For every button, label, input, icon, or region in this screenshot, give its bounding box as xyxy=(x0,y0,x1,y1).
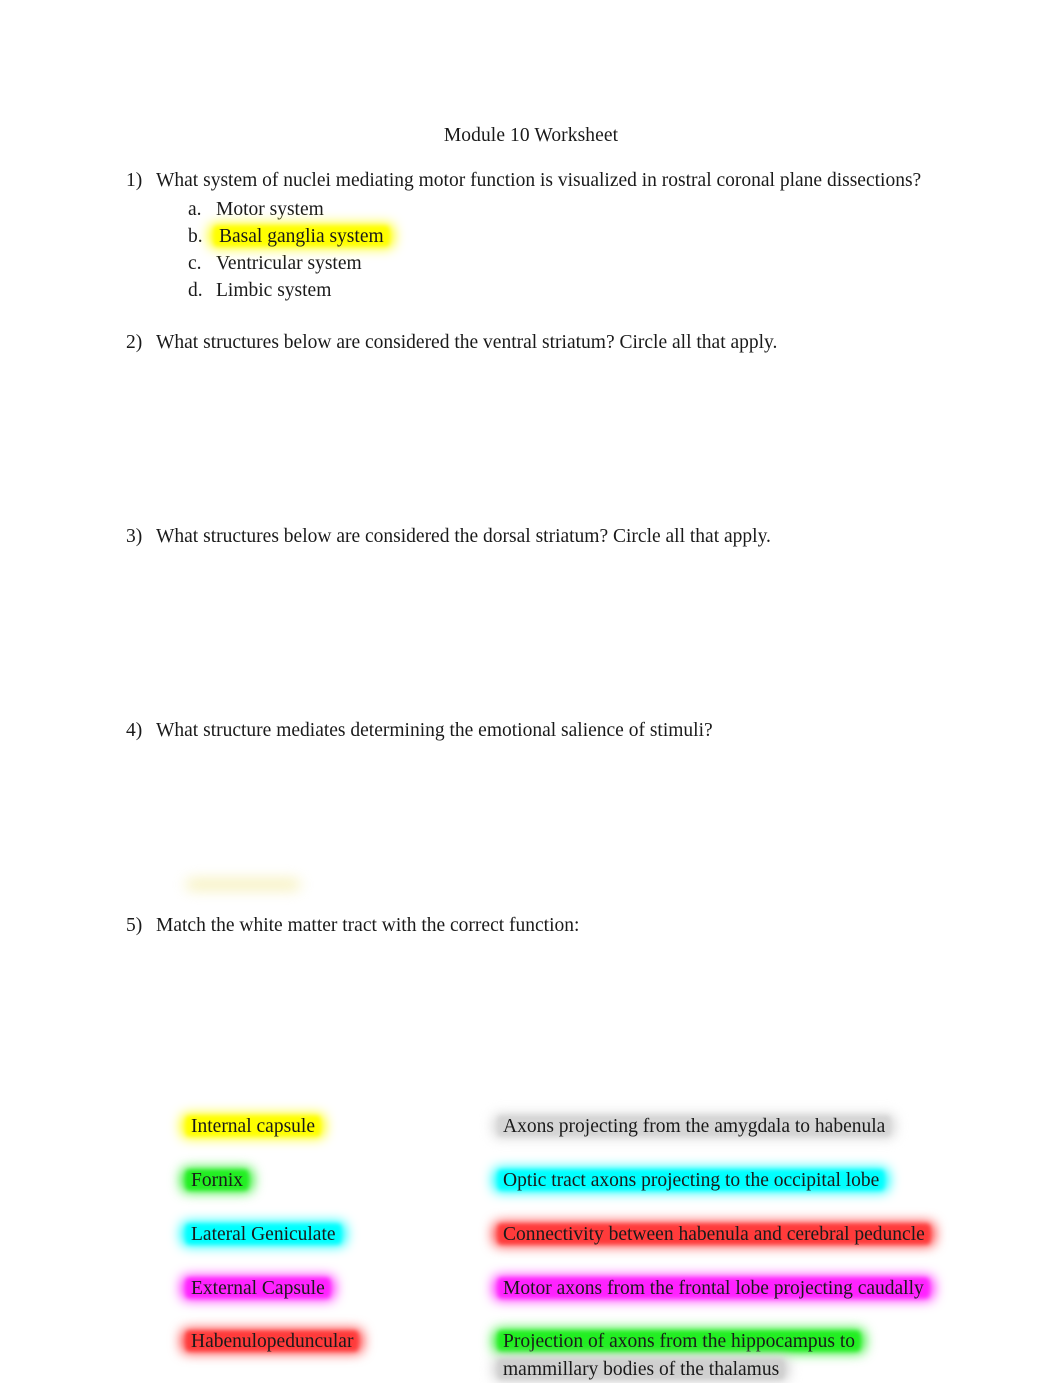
question-2: 2) What structures below are considered t… xyxy=(126,330,777,356)
match-function-hippocampus-mammillary-line2-wrap: mammillary bodies of the thalamus xyxy=(493,1356,858,1383)
match-function-hippocampus-mammillary[interactable]: Projection of axons from the hippocampus… xyxy=(493,1328,866,1383)
match-tract-lateral-geniculate-highlight: Lateral Geniculate xyxy=(181,1221,346,1248)
match-function-amygdala-habenula[interactable]: Axons projecting from the amygdala to ha… xyxy=(493,1113,896,1140)
match-tract-habenulopeduncular-label: Habenulopeduncular xyxy=(191,1331,354,1352)
match-tract-internal-capsule[interactable]: Internal capsule xyxy=(181,1113,325,1140)
question-5: 5) Match the white matter tract with the … xyxy=(126,913,579,939)
option-1d-label: Limbic system xyxy=(216,280,332,301)
question-5-text: Match the white matter tract with the co… xyxy=(156,915,580,936)
match-function-hippocampus-mammillary-label: Projection of axons from the hippocampus… xyxy=(503,1331,856,1352)
match-function-optic-tract[interactable]: Optic tract axons projecting to the occi… xyxy=(493,1167,890,1194)
match-tract-habenulopeduncular[interactable]: Habenulopeduncular xyxy=(181,1328,364,1355)
match-tract-external-capsule-highlight: External Capsule xyxy=(181,1275,335,1302)
match-tract-external-capsule[interactable]: External Capsule xyxy=(181,1275,335,1302)
match-tract-fornix[interactable]: Fornix xyxy=(181,1167,254,1194)
match-tract-lateral-geniculate-label: Lateral Geniculate xyxy=(191,1224,336,1245)
question-1-text: What system of nuclei mediating motor fu… xyxy=(156,170,922,191)
match-function-optic-tract-label: Optic tract axons projecting to the occi… xyxy=(503,1170,880,1191)
question-1: 1) What system of nuclei mediating motor … xyxy=(126,168,921,194)
match-tract-internal-capsule-highlight: Internal capsule xyxy=(181,1113,325,1140)
question-4: 4) What structure mediates determining th… xyxy=(126,718,713,744)
question-2-text: What structures below are considered the… xyxy=(156,332,778,353)
match-function-amygdala-habenula-highlight: Axons projecting from the amygdala to ha… xyxy=(493,1113,896,1140)
question-3: 3) What structures below are considered t… xyxy=(126,524,771,550)
question-3-text: What structures below are considered the… xyxy=(156,526,771,547)
question-1-options: a. Motor system b. Basal ganglia system c.… xyxy=(188,196,394,304)
worksheet-page: Module 10 Worksheet 1) What system of nuc… xyxy=(0,0,1062,1381)
match-tract-lateral-geniculate[interactable]: Lateral Geniculate xyxy=(181,1221,346,1248)
faded-highlight-smear xyxy=(186,880,300,889)
option-1c[interactable]: c. Ventricular system xyxy=(188,250,387,277)
match-function-motor-axons-highlight: Motor axons from the frontal lobe projec… xyxy=(493,1275,934,1302)
option-1c-letter: c. xyxy=(188,253,202,274)
match-tract-fornix-highlight: Fornix xyxy=(181,1167,254,1194)
option-1b-highlight: Basal ganglia system xyxy=(209,223,394,250)
question-4-text: What structure mediates determining the … xyxy=(156,720,713,741)
match-function-motor-axons-label: Motor axons from the frontal lobe projec… xyxy=(503,1278,924,1299)
question-5-number: 5) xyxy=(126,915,143,936)
match-function-motor-axons[interactable]: Motor axons from the frontal lobe projec… xyxy=(493,1275,934,1302)
page-title: Module 10 Worksheet xyxy=(443,125,619,146)
match-function-hippocampus-mammillary-highlight: Projection of axons from the hippocampus… xyxy=(493,1328,866,1355)
option-1d-letter: d. xyxy=(188,280,203,301)
match-function-amygdala-habenula-label: Axons projecting from the amygdala to ha… xyxy=(503,1116,886,1137)
match-tract-internal-capsule-label: Internal capsule xyxy=(191,1116,315,1137)
option-1a-letter: a. xyxy=(188,199,202,220)
match-function-hippocampus-mammillary-line2-highlight: mammillary bodies of the thalamus xyxy=(493,1356,790,1383)
option-1b[interactable]: b. Basal ganglia system xyxy=(188,223,394,250)
option-1b-label: Basal ganglia system xyxy=(219,226,384,247)
option-1c-label: Ventricular system xyxy=(216,253,362,274)
match-function-habenula-peduncle[interactable]: Connectivity between habenula and cerebr… xyxy=(493,1221,935,1248)
question-1-number: 1) xyxy=(126,170,143,191)
option-1d[interactable]: d. Limbic system xyxy=(188,277,387,304)
match-function-habenula-peduncle-highlight: Connectivity between habenula and cerebr… xyxy=(493,1221,935,1248)
option-1a-label: Motor system xyxy=(216,199,324,220)
match-tract-habenulopeduncular-highlight: Habenulopeduncular xyxy=(181,1328,364,1355)
option-1a[interactable]: a. Motor system xyxy=(188,196,387,223)
match-tract-external-capsule-label: External Capsule xyxy=(191,1278,325,1299)
question-4-number: 4) xyxy=(126,720,143,741)
match-tract-fornix-label: Fornix xyxy=(191,1170,244,1191)
question-3-number: 3) xyxy=(126,526,143,547)
match-function-optic-tract-highlight: Optic tract axons projecting to the occi… xyxy=(493,1167,890,1194)
match-function-habenula-peduncle-label: Connectivity between habenula and cerebr… xyxy=(503,1224,925,1245)
question-2-number: 2) xyxy=(126,332,143,353)
